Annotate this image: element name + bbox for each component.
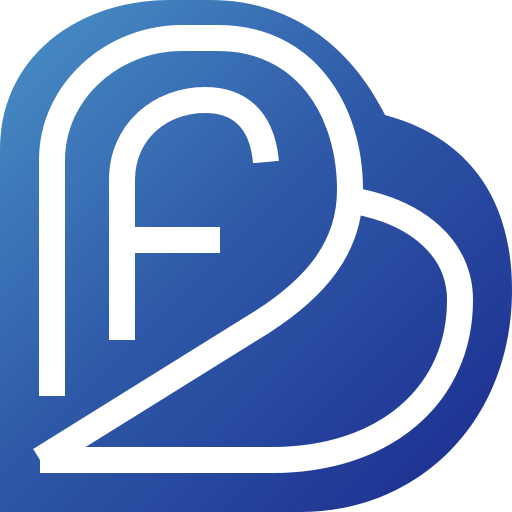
logo-canvas [0, 0, 512, 512]
f2-heart-logo-icon [0, 0, 512, 512]
